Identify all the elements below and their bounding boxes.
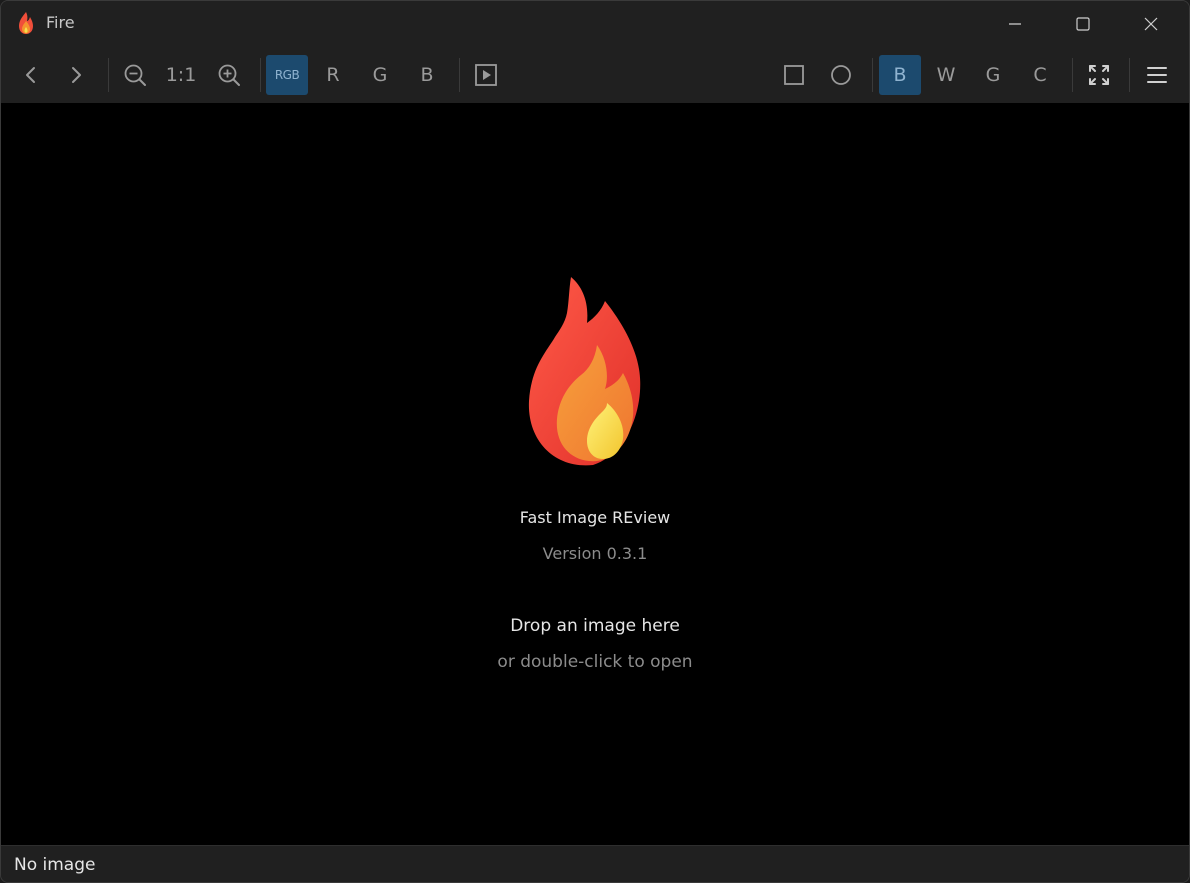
square-icon bbox=[784, 65, 804, 85]
fire-icon bbox=[19, 12, 33, 34]
status-text: No image bbox=[14, 855, 96, 875]
toolbar-divider bbox=[260, 58, 261, 92]
square-selection-button[interactable] bbox=[773, 55, 815, 95]
minimize-button[interactable] bbox=[985, 1, 1045, 46]
toolbar-divider bbox=[459, 58, 460, 92]
drop-hint: Drop an image here bbox=[510, 616, 680, 636]
circle-selection-button[interactable] bbox=[820, 55, 862, 95]
forward-button[interactable] bbox=[55, 55, 97, 95]
circle-icon bbox=[831, 65, 851, 85]
toolbar-divider bbox=[108, 58, 109, 92]
zoom-in-icon bbox=[218, 64, 240, 86]
zoom-reset-button[interactable]: 1:1 bbox=[160, 55, 202, 95]
maximize-button[interactable] bbox=[1053, 1, 1113, 46]
hamburger-menu-icon bbox=[1147, 67, 1167, 83]
background-white-button[interactable]: W bbox=[925, 55, 967, 95]
play-icon bbox=[475, 64, 497, 86]
close-icon bbox=[1144, 17, 1158, 30]
image-canvas[interactable]: Fast Image REview Version 0.3.1 Drop an … bbox=[1, 103, 1189, 845]
app-window: Fire 1:1 RGB R G B B W G C Fast Image RE… bbox=[0, 0, 1190, 883]
maximize-icon bbox=[1076, 16, 1090, 31]
title-bar[interactable]: Fire bbox=[1, 1, 1189, 46]
back-button[interactable] bbox=[10, 55, 52, 95]
zoom-out-icon bbox=[124, 64, 146, 86]
zoom-in-button[interactable] bbox=[208, 55, 250, 95]
chevron-right-icon bbox=[72, 67, 81, 83]
background-black-button[interactable]: B bbox=[879, 55, 921, 95]
slideshow-button[interactable] bbox=[465, 55, 507, 95]
background-checker-button[interactable]: C bbox=[1019, 55, 1061, 95]
status-bar: No image bbox=[1, 845, 1189, 882]
toolbar-divider bbox=[1072, 58, 1073, 92]
toolbar: 1:1 RGB R G B B W G C bbox=[1, 46, 1189, 103]
channel-b-button[interactable]: B bbox=[406, 55, 448, 95]
open-hint: or double-click to open bbox=[497, 652, 693, 672]
zoom-out-button[interactable] bbox=[114, 55, 156, 95]
channel-rgb-button[interactable]: RGB bbox=[266, 55, 308, 95]
channel-r-button[interactable]: R bbox=[312, 55, 354, 95]
fit-screen-icon bbox=[1089, 65, 1109, 85]
close-button[interactable] bbox=[1121, 1, 1181, 46]
version-label: Version 0.3.1 bbox=[542, 544, 648, 563]
fire-logo-icon bbox=[528, 277, 641, 466]
channel-g-button[interactable]: G bbox=[359, 55, 401, 95]
window-title: Fire bbox=[46, 13, 75, 32]
toolbar-divider bbox=[1129, 58, 1130, 92]
fit-screen-button[interactable] bbox=[1078, 55, 1120, 95]
minimize-icon bbox=[1009, 22, 1021, 25]
toolbar-divider bbox=[872, 58, 873, 92]
app-name: Fast Image REview bbox=[519, 508, 671, 527]
menu-button[interactable] bbox=[1136, 55, 1178, 95]
background-gray-button[interactable]: G bbox=[972, 55, 1014, 95]
channel-rgb-label: RGB bbox=[274, 68, 300, 82]
chevron-left-icon bbox=[26, 67, 35, 83]
